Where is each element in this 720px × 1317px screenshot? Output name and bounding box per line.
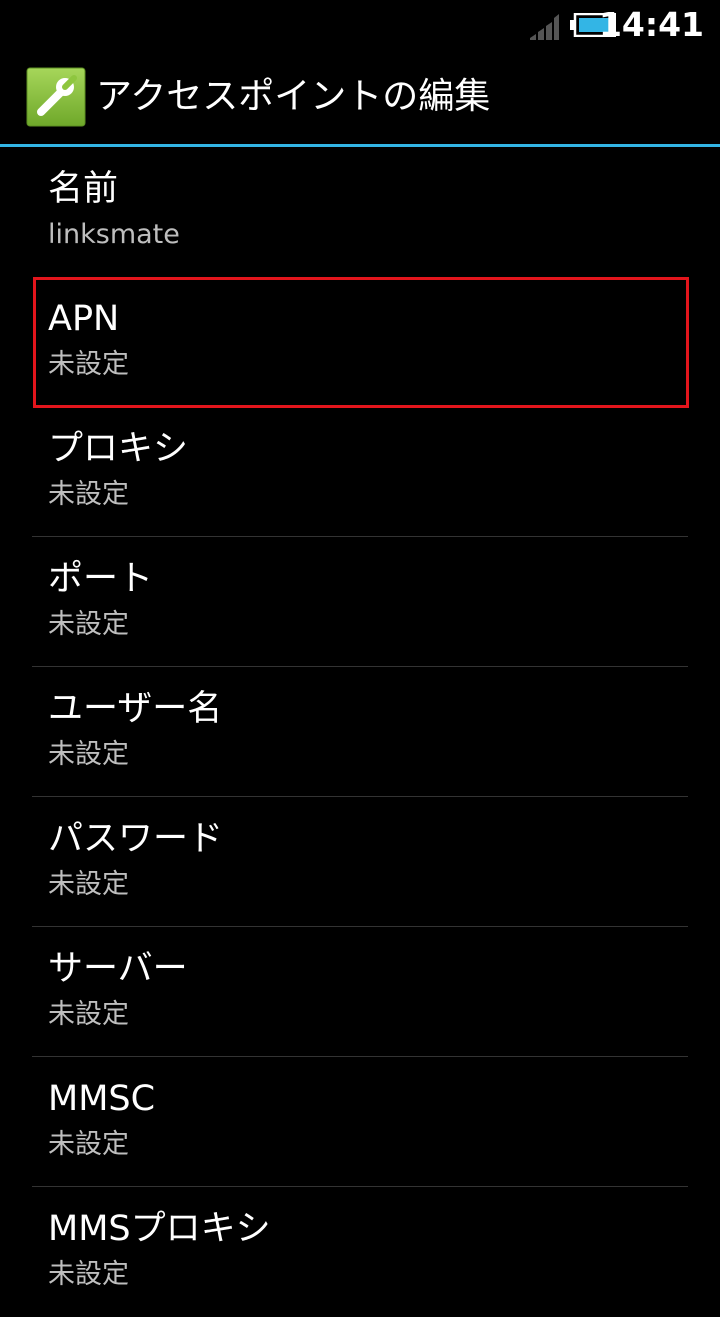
pref-title: サーバー xyxy=(48,949,188,989)
pref-title: 名前 xyxy=(48,169,119,209)
apn-settings-list: 名前 linksmate APN 未設定 プロキシ 未設定 ポート 未設定 ユー… xyxy=(0,147,720,1317)
pref-summary: 未設定 xyxy=(48,609,129,640)
pref-summary: 未設定 xyxy=(48,1259,129,1290)
status-bar: 14:41 xyxy=(0,0,720,50)
pref-summary: linksmate xyxy=(48,219,180,250)
pref-summary: 未設定 xyxy=(48,999,129,1030)
signal-strength-icon xyxy=(530,14,559,40)
pref-password[interactable]: パスワード 未設定 xyxy=(0,797,720,927)
pref-title: プロキシ xyxy=(48,429,189,469)
pref-mms-proxy[interactable]: MMSプロキシ 未設定 xyxy=(0,1187,720,1317)
pref-title: MMSC xyxy=(48,1079,156,1119)
pref-title: APN xyxy=(48,299,120,339)
pref-summary: 未設定 xyxy=(48,349,129,380)
pref-title: ポート xyxy=(48,559,154,599)
pref-username[interactable]: ユーザー名 未設定 xyxy=(0,667,720,797)
pref-summary: 未設定 xyxy=(48,869,129,900)
pref-title: ユーザー名 xyxy=(48,689,223,729)
action-bar: アクセスポイントの編集 xyxy=(0,50,720,147)
pref-port[interactable]: ポート 未設定 xyxy=(0,537,720,667)
pref-summary: 未設定 xyxy=(48,739,129,770)
pref-proxy[interactable]: プロキシ 未設定 xyxy=(0,407,720,537)
page-title: アクセスポイントの編集 xyxy=(96,76,491,117)
pref-title: パスワード xyxy=(48,819,224,859)
pref-summary: 未設定 xyxy=(48,1129,129,1160)
pref-server[interactable]: サーバー 未設定 xyxy=(0,927,720,1057)
wrench-icon[interactable] xyxy=(26,67,86,127)
pref-summary: 未設定 xyxy=(48,479,129,510)
pref-name[interactable]: 名前 linksmate xyxy=(0,147,720,277)
pref-mmsc[interactable]: MMSC 未設定 xyxy=(0,1057,720,1187)
status-clock: 14:41 xyxy=(598,5,704,44)
pref-apn[interactable]: APN 未設定 xyxy=(0,277,720,407)
pref-title: MMSプロキシ xyxy=(48,1209,271,1249)
